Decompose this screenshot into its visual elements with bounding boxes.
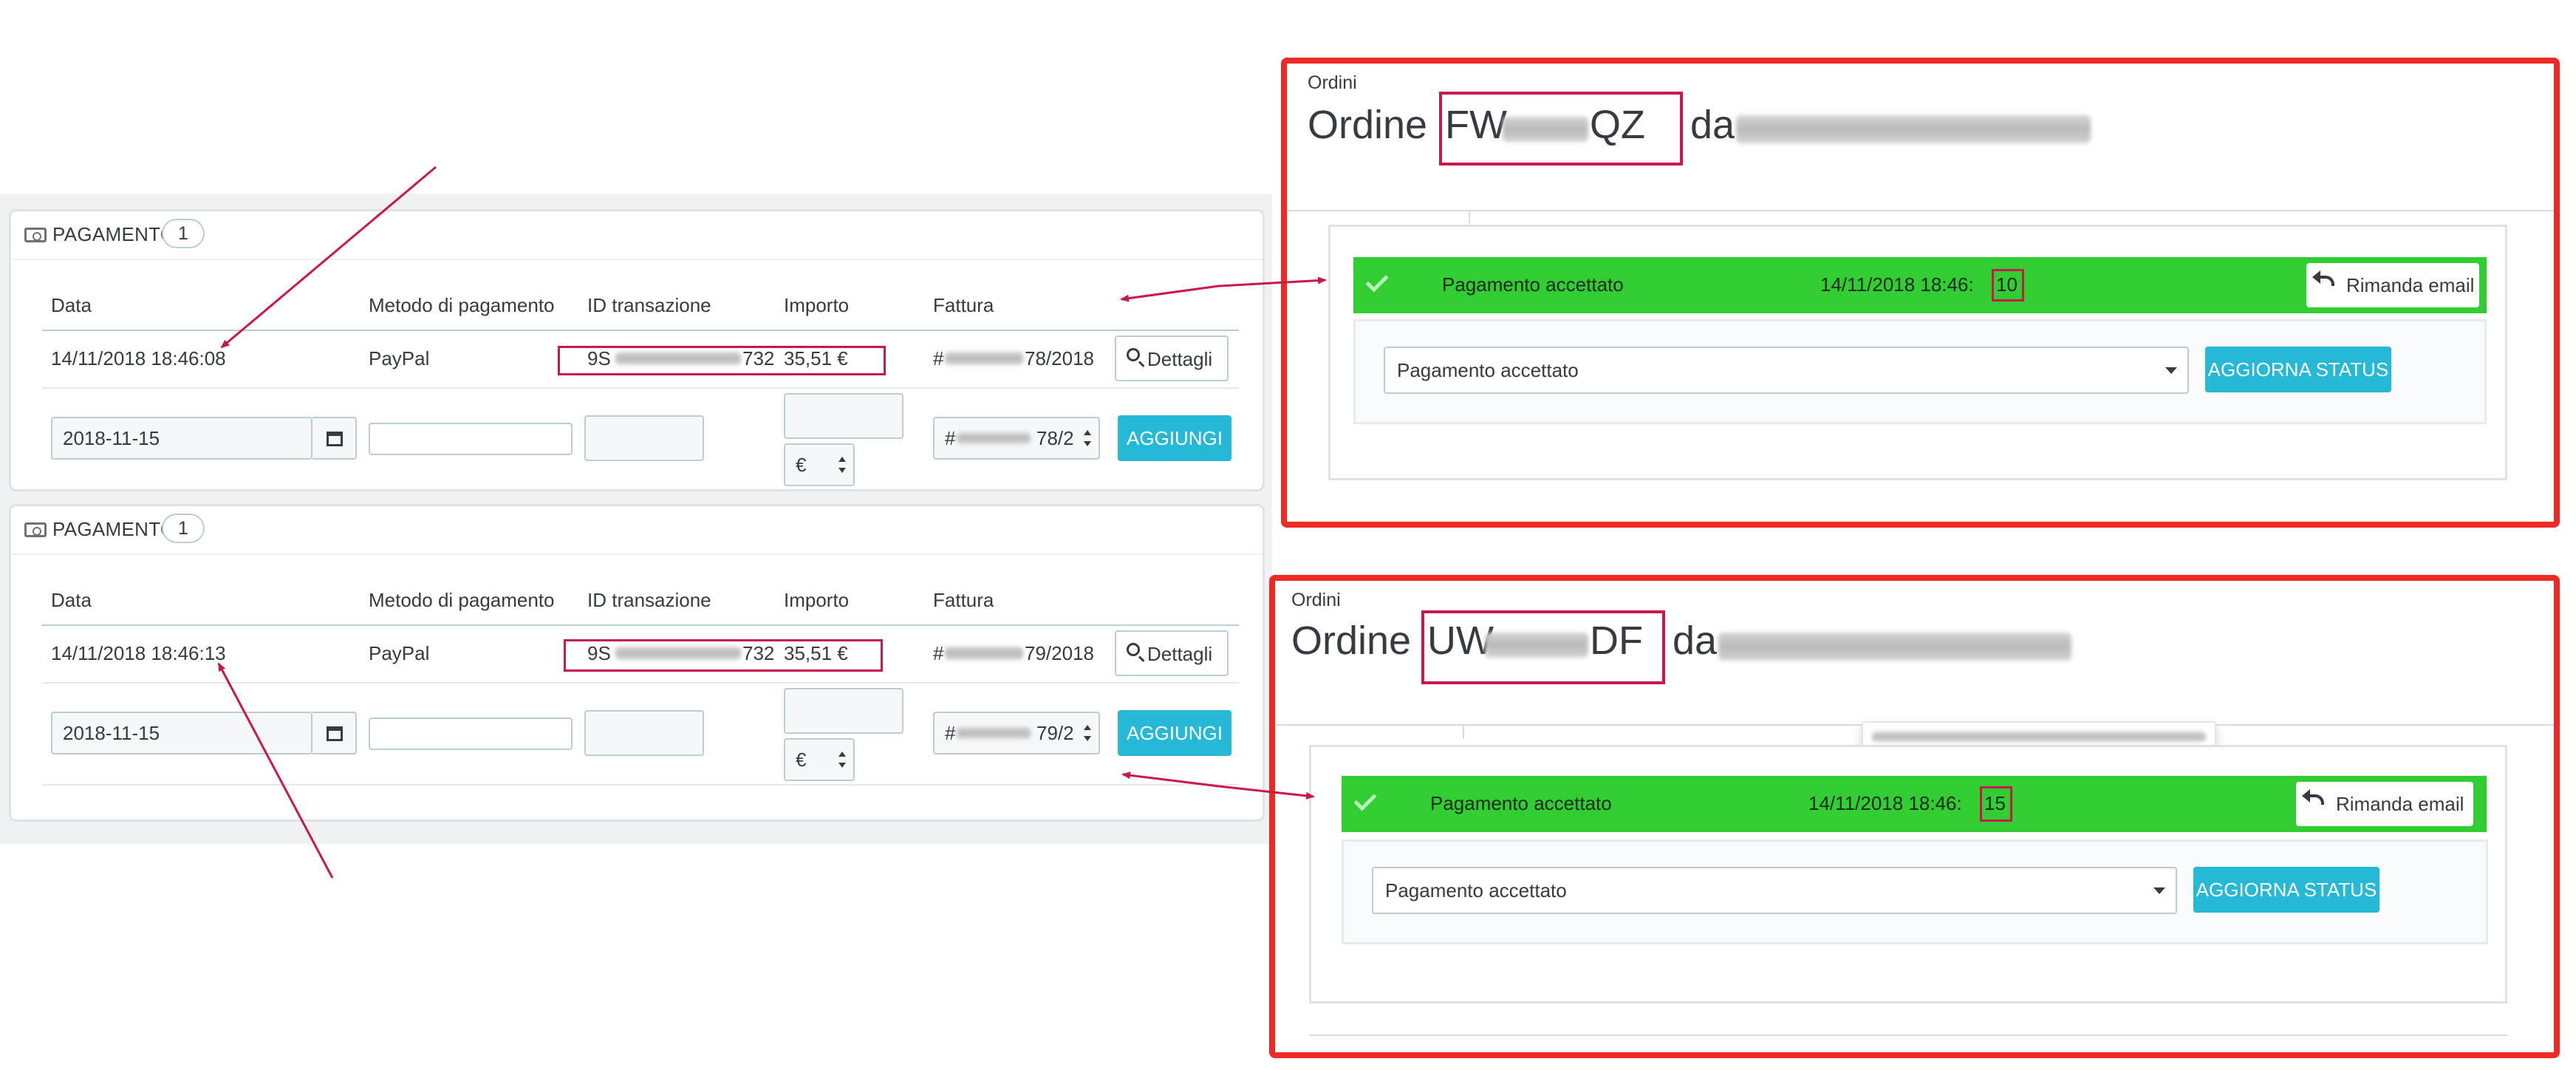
arrow-order2-left <box>1121 771 1220 788</box>
annotation-arrows <box>217 166 1327 879</box>
arrow-order1-left <box>1120 284 1220 302</box>
arrow-to-second-payment-date <box>217 662 334 879</box>
arrow-order2-right <box>1218 785 1315 800</box>
arrow-to-first-payment-date <box>220 166 437 349</box>
arrow-order1-right <box>1218 276 1327 287</box>
